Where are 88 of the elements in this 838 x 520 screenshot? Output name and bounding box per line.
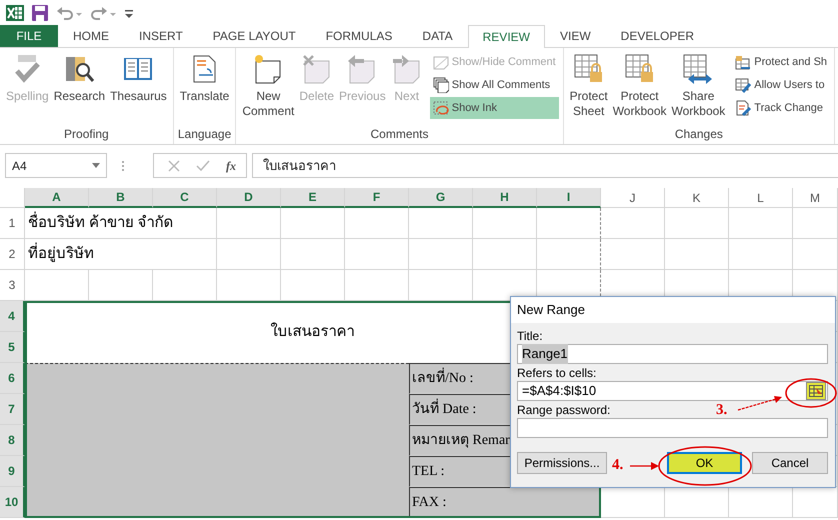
ribbon-tab[interactable]: FORMULAS (310, 25, 408, 47)
annotation-arrow (738, 396, 782, 411)
column-header[interactable]: A (25, 188, 89, 208)
dialog-button[interactable]: Permissions... (517, 452, 607, 474)
ribbon-button[interactable]: Protect Workbook (610, 51, 668, 121)
ribbon-tab[interactable]: VIEW (544, 25, 606, 47)
ribbon-tab[interactable]: INSERT (124, 25, 198, 47)
column-header[interactable]: B (89, 188, 153, 208)
ribbon-button[interactable]: Protect Sheet (568, 51, 610, 121)
row-header[interactable]: 2 (0, 239, 25, 270)
grid-pencil-icon (735, 77, 752, 93)
row-header[interactable]: 1 (0, 208, 25, 239)
ribbon-tab[interactable]: HOME (58, 25, 124, 47)
ribbon-button[interactable]: Research (52, 51, 108, 106)
ribbon-tab[interactable]: PAGE LAYOUT (198, 25, 311, 47)
field-label: Title: (517, 329, 543, 344)
form-label: FAX : (409, 487, 601, 518)
undo-icon[interactable] (56, 4, 82, 20)
ribbon-tab[interactable]: DATA (407, 25, 468, 47)
excel-logo-icon[interactable] (6, 4, 24, 22)
sheet-cell[interactable] (537, 208, 601, 239)
annotation-ellipse (785, 378, 837, 408)
dialog-button[interactable]: OK (667, 452, 742, 474)
document-pencil-icon (735, 100, 752, 116)
column-header[interactable]: J (601, 188, 665, 208)
input-field[interactable]: =$A$4:$I$10 (517, 381, 828, 401)
input-field[interactable]: Range1 (517, 344, 828, 364)
step-number: 4. (612, 458, 624, 473)
formula-field[interactable]: ใบเสนอราคา (252, 153, 838, 178)
step-number: 3. (716, 403, 728, 418)
stacked-notes-icon (432, 77, 449, 93)
cell-text: ชื่อบริษัท ค้าขาย จำกัด (25, 208, 217, 239)
dialog-title: New Range (511, 297, 835, 323)
grid-arrows-icon (682, 53, 714, 85)
dropdown-caret-icon[interactable] (92, 163, 100, 168)
grid-lock-icon (572, 53, 605, 85)
drag-handle-icon[interactable] (121, 160, 125, 172)
group-label: Language (178, 126, 232, 142)
annotation-arrow (630, 462, 659, 470)
row-header[interactable]: 5 (0, 332, 25, 363)
cancel-icon[interactable] (168, 160, 180, 172)
ribbon-button[interactable]: Translate (178, 51, 232, 106)
redo-icon[interactable] (90, 4, 116, 20)
row-header[interactable]: 10 (0, 487, 25, 518)
row-header[interactable]: 9 (0, 456, 25, 487)
ribbon-small-button[interactable]: Track Change (732, 97, 830, 119)
column-header[interactable]: K (665, 188, 729, 208)
ribbon-tab[interactable]: REVIEW (468, 25, 545, 48)
dialog-button[interactable]: Cancel (752, 452, 828, 474)
input-field[interactable] (517, 418, 828, 438)
group-label: Changes (674, 126, 724, 142)
column-header[interactable]: M (793, 188, 838, 208)
ink-lasso-icon (432, 100, 449, 116)
ribbon-tab[interactable]: FILE (0, 25, 58, 47)
ribbon-small-button[interactable]: Protect and Sh (732, 51, 830, 73)
collapse-dialog-button[interactable] (806, 382, 826, 400)
ribbon-button[interactable]: Thesaurus (108, 51, 169, 106)
grid-lock-icon (735, 54, 752, 70)
column-header[interactable]: G (409, 188, 473, 208)
row-header[interactable]: 4 (0, 301, 25, 332)
sheet-cell[interactable] (537, 239, 601, 270)
row-header[interactable]: 8 (0, 425, 25, 456)
column-header[interactable]: C (153, 188, 217, 208)
grid-lock-icon (624, 53, 656, 85)
row-header[interactable]: 7 (0, 394, 25, 425)
insert-function-button[interactable]: fx (226, 156, 236, 174)
name-box[interactable]: A4 (5, 153, 107, 178)
ribbon-button[interactable]: New Comment (240, 51, 296, 121)
ribbon-small-button[interactable]: Show All Comments (430, 74, 559, 96)
ribbon-tab[interactable]: DEVELOPER (606, 25, 710, 47)
confirm-check-icon[interactable] (196, 160, 210, 172)
ribbon-button[interactable]: Share Workbook (669, 51, 728, 121)
group-label: Comments (370, 126, 430, 142)
ribbon-small-button[interactable]: Show Ink (430, 97, 559, 119)
note-icon (432, 54, 449, 70)
ribbon-small-button[interactable]: Allow Users to (732, 74, 830, 96)
cell-text: ที่อยู่บริษัท (25, 239, 217, 270)
grid-arrow-icon (809, 385, 823, 397)
column-header[interactable]: L (729, 188, 793, 208)
row-header[interactable]: 6 (0, 363, 25, 394)
group-label: Proofing (63, 126, 110, 142)
column-header[interactable]: E (281, 188, 345, 208)
save-icon[interactable] (32, 4, 48, 20)
column-header[interactable]: I (537, 188, 601, 208)
field-label: Refers to cells: (517, 366, 596, 381)
column-header[interactable]: D (217, 188, 281, 208)
column-header[interactable]: H (473, 188, 537, 208)
column-header[interactable]: F (345, 188, 409, 208)
